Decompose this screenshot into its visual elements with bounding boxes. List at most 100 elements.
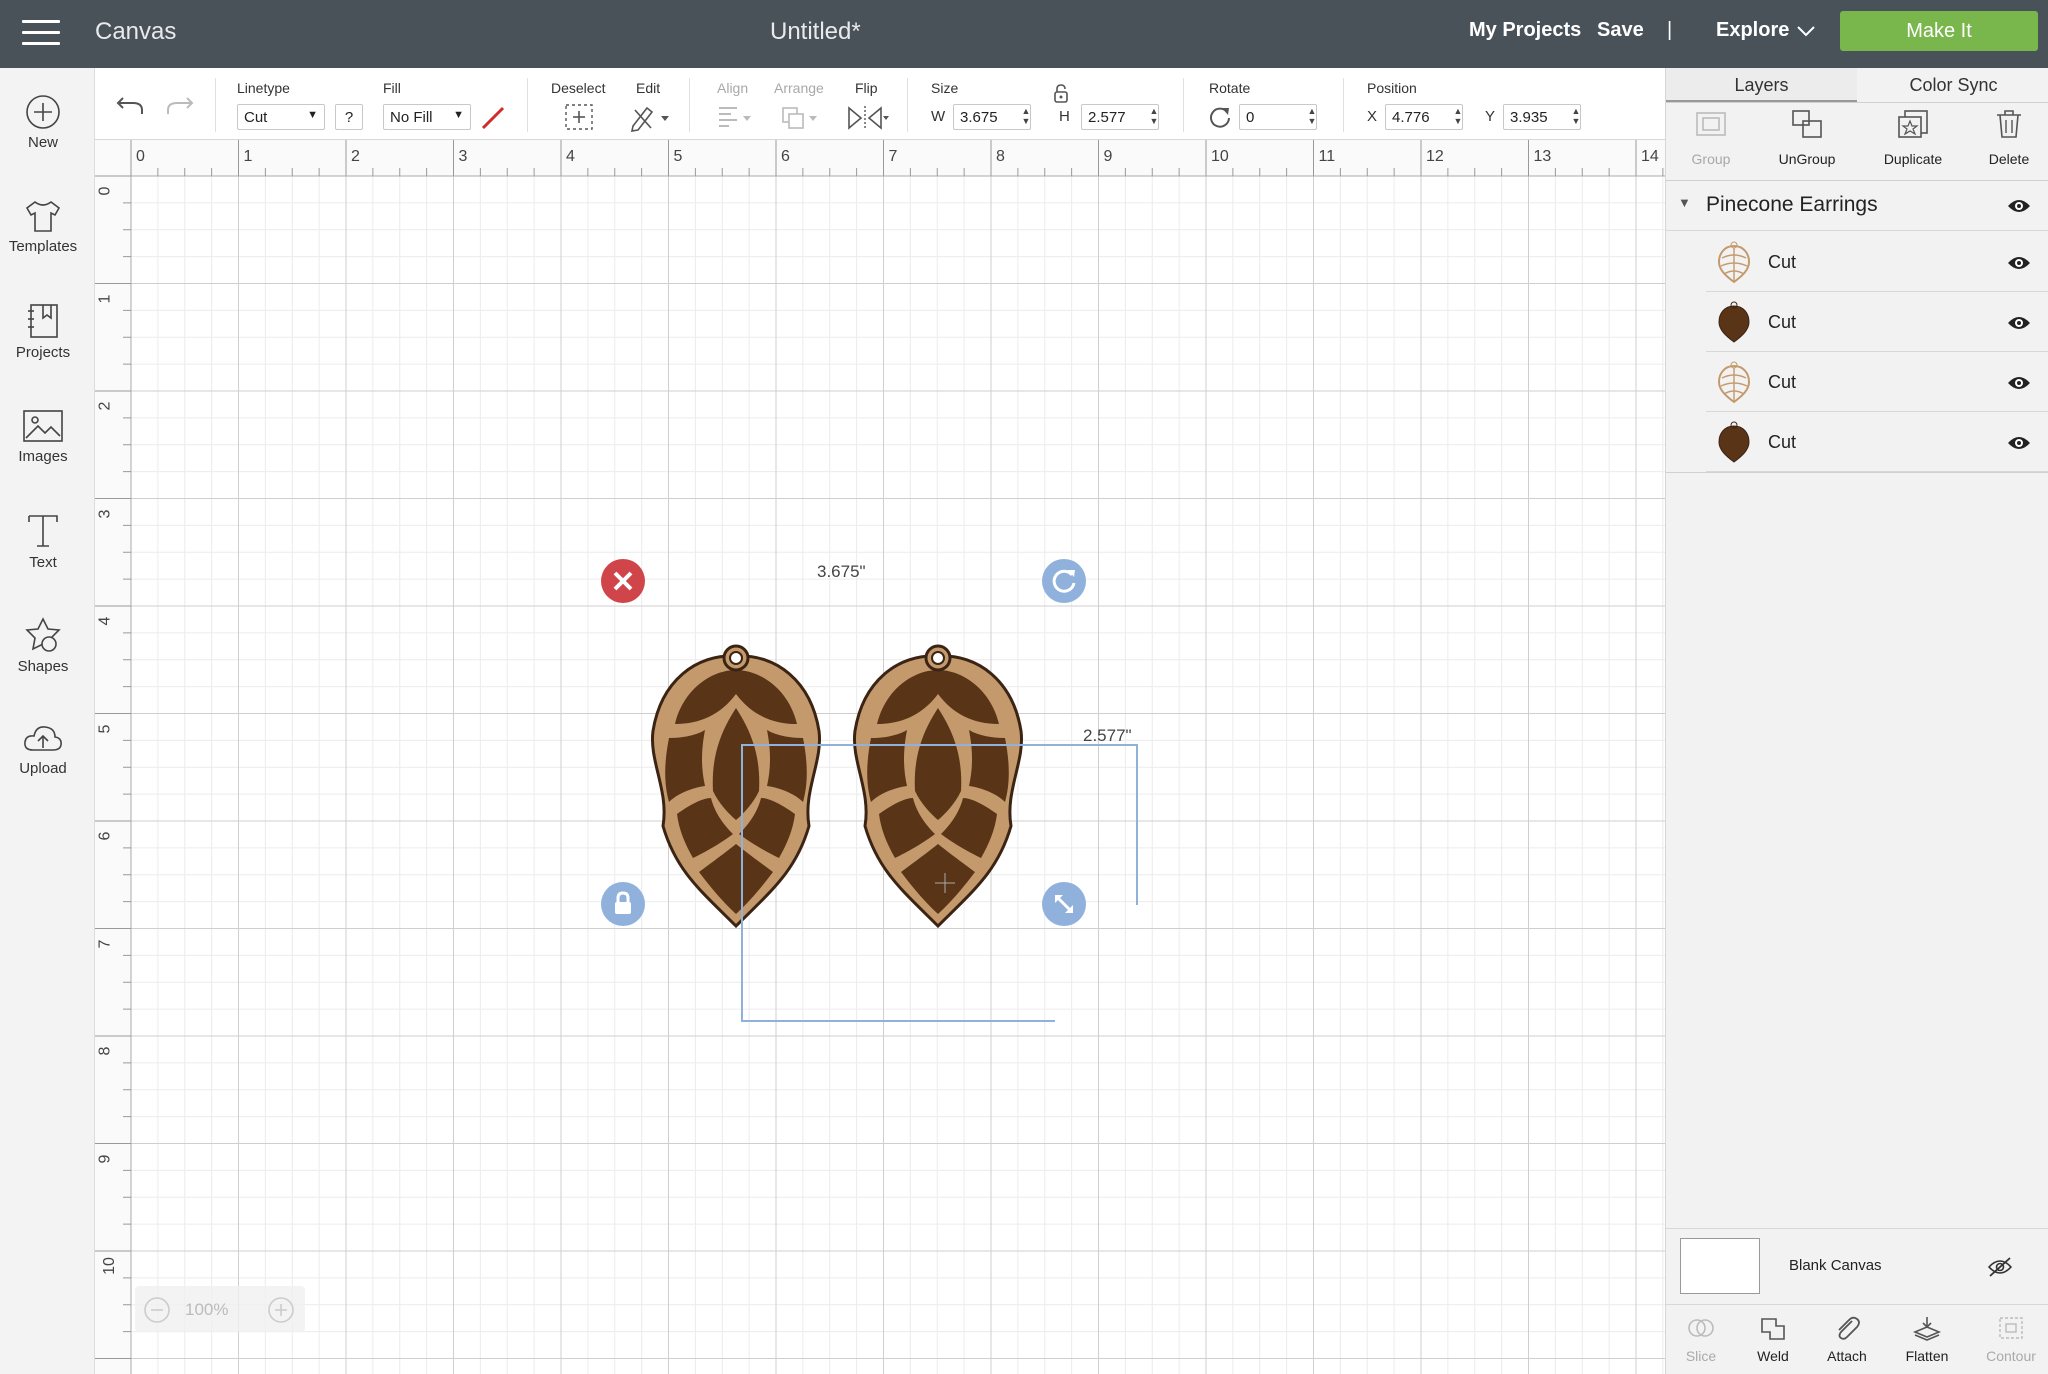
app-title: Canvas	[95, 18, 177, 45]
attach-label: Attach	[1827, 1348, 1867, 1364]
flip-icon[interactable]	[845, 104, 891, 132]
layer-group-pinecone-earrings[interactable]: ▼ Pinecone Earrings	[1666, 181, 2048, 231]
ruler-v-label: 2	[96, 401, 114, 411]
flatten-label: Flatten	[1905, 1348, 1949, 1364]
tab-layers[interactable]: Layers	[1666, 68, 1857, 102]
redo-icon[interactable]	[165, 92, 195, 116]
ruler-v-label: 1	[96, 294, 114, 303]
pinecone-left[interactable]	[650, 644, 822, 928]
blank-canvas-swatch[interactable]	[1680, 1238, 1760, 1294]
contour-button: Contour	[1979, 1315, 2043, 1364]
resize-handle-icon[interactable]	[1041, 881, 1087, 927]
layer-row[interactable]: Cut	[1706, 232, 2048, 292]
weld-button[interactable]: Weld	[1743, 1315, 1803, 1364]
save-link[interactable]: Save	[1597, 19, 1644, 42]
layer-name: Cut	[1768, 312, 1797, 332]
rotate-handle-icon[interactable]	[1041, 558, 1087, 604]
slice-button: Slice	[1671, 1315, 1731, 1364]
sidebar-item-shapes[interactable]: Shapes	[0, 616, 86, 675]
eye-icon[interactable]	[2006, 314, 2032, 332]
sidebar-item-upload[interactable]: Upload	[0, 720, 86, 777]
delete-handle-icon[interactable]	[600, 558, 646, 604]
linetype-help-button[interactable]: ?	[335, 104, 363, 130]
explore-link[interactable]: Explore	[1716, 19, 1789, 42]
ungroup-icon	[1792, 110, 1822, 138]
align-label: Align	[717, 80, 749, 96]
eye-hidden-icon[interactable]	[1986, 1256, 2014, 1278]
height-stepper[interactable]: ▲ ▼	[1149, 106, 1159, 128]
deselect-icon[interactable]	[563, 102, 595, 132]
group-icon	[1696, 112, 1726, 136]
edit-tools-icon[interactable]	[629, 102, 673, 132]
paperclip-icon	[1838, 1316, 1860, 1340]
design-canvas[interactable]: 0 1 2 3 4 5 6 7 8 9 10 11 12 13 14 0 1 2 3 4 5 6 7 8 9 10	[95, 140, 1665, 1374]
ruler-h-label: 13	[1533, 148, 1552, 165]
rotate-stepper[interactable]: ▲ ▼	[1307, 106, 1317, 128]
ungroup-button[interactable]: UnGroup	[1762, 108, 1852, 167]
rotate-icon	[1210, 107, 1230, 128]
delete-button[interactable]: Delete	[1964, 108, 2048, 167]
ruler-h-label: 9	[1103, 148, 1113, 165]
undo-icon[interactable]	[115, 92, 145, 116]
layer-row[interactable]: Cut	[1706, 352, 2048, 412]
height-input[interactable]: 2.577	[1081, 104, 1159, 130]
sidebar-item-new[interactable]: New	[0, 94, 86, 151]
zoom-out-icon[interactable]	[143, 1296, 171, 1324]
document-title[interactable]: Untitled*	[770, 18, 861, 46]
attach-button[interactable]: Attach	[1817, 1315, 1877, 1364]
zoom-in-icon[interactable]	[267, 1296, 295, 1324]
sidebar-item-images[interactable]: Images	[0, 408, 86, 465]
sidebar-item-text[interactable]: Text	[0, 512, 86, 571]
sidebar-item-templates[interactable]: Templates	[0, 198, 86, 255]
linetype-label: Linetype	[237, 80, 290, 96]
width-input[interactable]: 3.675	[953, 104, 1031, 130]
eye-icon[interactable]	[2006, 254, 2032, 272]
chevron-down-icon[interactable]	[1796, 24, 1816, 38]
ruler-v-label: 9	[96, 1154, 114, 1163]
ruler-h-label: 3	[458, 148, 468, 165]
my-projects-link[interactable]: My Projects	[1469, 19, 1581, 42]
trash-icon	[1997, 110, 2021, 138]
make-it-button[interactable]: Make It	[1840, 11, 2038, 51]
rotate-input[interactable]: 0	[1239, 104, 1317, 130]
x-position-stepper[interactable]: ▲ ▼	[1453, 106, 1463, 128]
y-position-stepper[interactable]: ▲ ▼	[1571, 106, 1581, 128]
sidebar-item-projects[interactable]: Projects	[0, 302, 86, 361]
layer-name: Cut	[1768, 252, 1797, 272]
layer-row[interactable]: Cut	[1706, 412, 2048, 472]
tab-color-sync[interactable]: Color Sync	[1858, 68, 2048, 102]
eye-icon[interactable]	[2006, 197, 2032, 215]
lock-handle-icon[interactable]	[600, 881, 646, 927]
pinecone-right[interactable]	[852, 644, 1024, 928]
weld-icon	[1761, 1318, 1785, 1340]
linetype-select[interactable]: Cut ▼	[237, 104, 325, 130]
duplicate-icon	[1898, 110, 1928, 138]
duplicate-button[interactable]: Duplicate	[1868, 108, 1958, 167]
ungroup-label: UnGroup	[1778, 151, 1836, 167]
text-icon	[28, 515, 58, 547]
layer-name: Cut	[1768, 372, 1797, 392]
width-stepper[interactable]: ▲ ▼	[1021, 106, 1031, 128]
size-label: Size	[931, 80, 959, 96]
ruler-h-label: 4	[566, 148, 575, 165]
collapse-caret-icon[interactable]: ▼	[1678, 195, 1691, 210]
deselect-label: Deselect	[551, 80, 606, 96]
eye-icon[interactable]	[2006, 434, 2032, 452]
x-position-input[interactable]: 4.776	[1385, 104, 1463, 130]
no-fill-swatch-icon[interactable]	[479, 104, 507, 132]
ruler-h-label: 2	[351, 148, 360, 165]
blank-canvas-label: Blank Canvas	[1789, 1257, 1882, 1274]
ruler-h-label: 0	[136, 148, 145, 165]
menu-icon[interactable]	[22, 20, 60, 48]
fill-select[interactable]: No Fill ▼	[383, 104, 471, 130]
eye-icon[interactable]	[2006, 374, 2032, 392]
flip-label: Flip	[855, 80, 878, 96]
layer-row[interactable]: Cut	[1706, 292, 2048, 352]
lock-icon[interactable]	[1053, 84, 1069, 104]
pinecone-earrings-group[interactable]	[635, 596, 1055, 1066]
fill-label: Fill	[383, 80, 401, 96]
tshirt-icon	[25, 201, 61, 232]
ruler-h-label: 5	[673, 148, 683, 165]
y-position-input[interactable]: 3.935	[1503, 104, 1581, 130]
flatten-button[interactable]: Flatten	[1897, 1315, 1957, 1364]
